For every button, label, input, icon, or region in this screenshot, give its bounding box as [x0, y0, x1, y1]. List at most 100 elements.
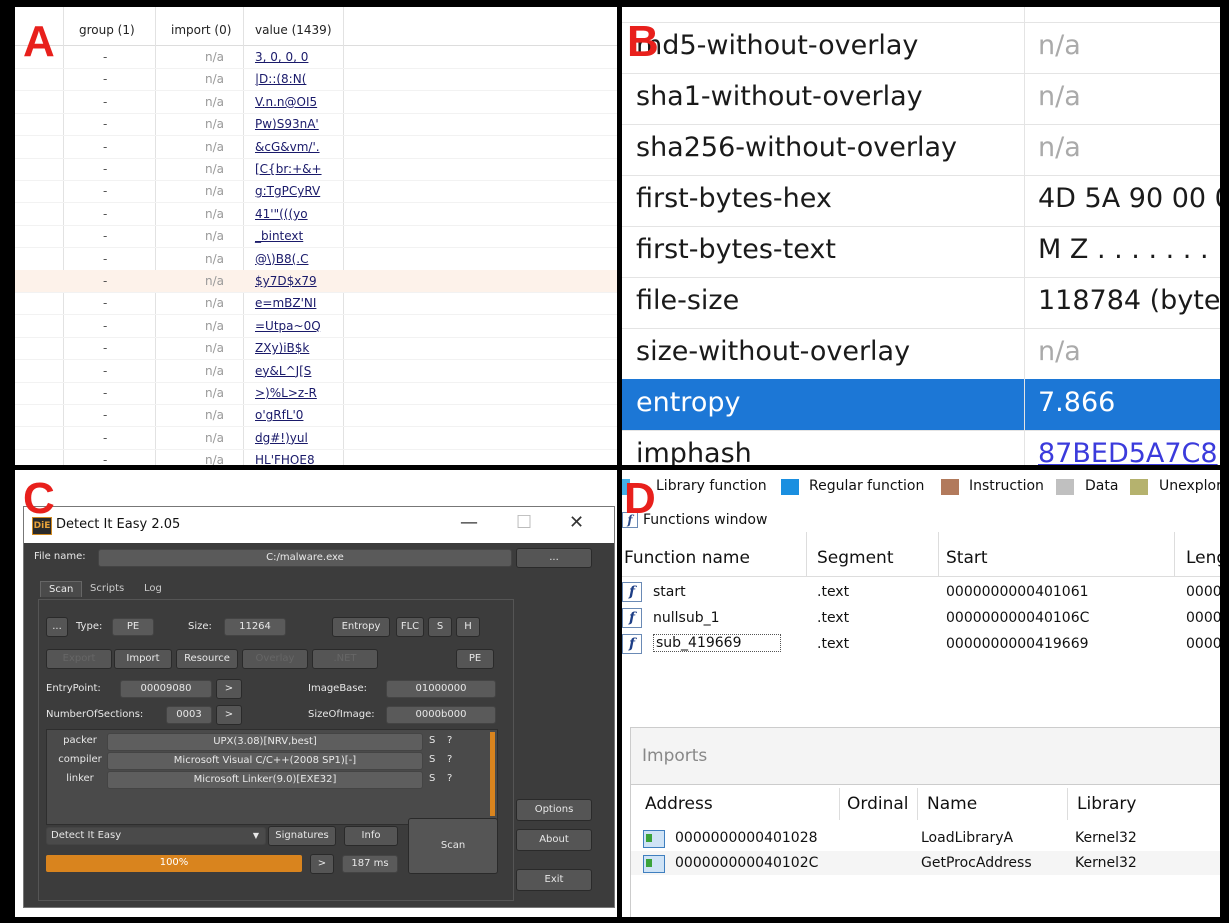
col-start[interactable]: Start	[946, 548, 988, 568]
property-row[interactable]: imphash 87BED5A7C8	[622, 430, 1220, 465]
type-field[interactable]: PE	[112, 618, 154, 636]
function-name[interactable]: start	[653, 584, 686, 600]
export-button[interactable]: Export	[46, 649, 112, 669]
table-row[interactable]: - n/a e=mBZ'NI	[15, 292, 617, 316]
function-row[interactable]: fstart .text 0000000000401061 00000006	[622, 579, 1220, 605]
import-row[interactable]: 000000000040102C GetProcAddress Kernel32	[631, 851, 1220, 875]
value-cell[interactable]: =Utpa~0Q	[255, 319, 321, 333]
value-cell[interactable]: Pw)S93nA'	[255, 117, 319, 131]
col-ordinal[interactable]: Ordinal	[847, 794, 909, 814]
value-cell[interactable]: HL'FHOE8	[255, 453, 315, 465]
value-cell[interactable]: 41'"(((yo	[255, 207, 308, 221]
tab-log[interactable]: Log	[136, 581, 170, 596]
property-value[interactable]: 967BA6F9AC	[1038, 7, 1213, 10]
value-cell[interactable]: ZXy)iB$k	[255, 341, 309, 355]
entropy-button[interactable]: Entropy	[332, 617, 390, 637]
table-row[interactable]: - n/a >)%L>z-R	[15, 382, 617, 405]
detection-row[interactable]: compiler Microsoft Visual C/C++(2008 SP1)…	[47, 752, 497, 770]
property-row[interactable]: file-size 118784 (byte	[622, 277, 1220, 329]
property-row[interactable]: first-bytes-text M Z . . . . . . . .	[622, 226, 1220, 278]
tab-scan[interactable]: Scan	[40, 581, 83, 597]
detection-info-button[interactable]: ?	[447, 754, 452, 765]
numsections-field[interactable]: 0003	[166, 706, 212, 724]
value-cell[interactable]: |D::(8:N(	[255, 72, 306, 86]
col-length[interactable]: Length	[1186, 548, 1220, 568]
detection-info-button[interactable]: ?	[447, 735, 452, 746]
col-name[interactable]: Name	[927, 794, 977, 814]
close-icon[interactable]: ✕	[569, 512, 584, 533]
signatures-button[interactable]: Signatures	[268, 826, 336, 846]
table-row[interactable]: - n/a =Utpa~0Q	[15, 315, 617, 338]
value-cell[interactable]: [C{br:+&+	[255, 162, 322, 176]
functions-window-tab[interactable]: f Functions window	[622, 508, 1220, 532]
table-row[interactable]: - n/a |D::(8:N(	[15, 68, 617, 92]
file-name-field[interactable]: C:/malware.exe	[98, 549, 512, 567]
exit-button[interactable]: Exit	[516, 869, 592, 891]
options-button[interactable]: Options	[516, 799, 592, 821]
value-cell[interactable]: o'gRfL'0	[255, 408, 303, 422]
tab-scripts[interactable]: Scripts	[82, 581, 132, 596]
h-button[interactable]: H	[456, 617, 480, 637]
property-row[interactable]: sha1-without-overlay n/a	[622, 73, 1220, 125]
value-cell[interactable]: &cG&vm/'.	[255, 140, 320, 154]
about-button[interactable]: About	[516, 829, 592, 851]
maximize-icon[interactable]: ☐	[516, 512, 532, 533]
table-row[interactable]: - n/a o'gRfL'0	[15, 404, 617, 428]
value-cell[interactable]: _bintext	[255, 229, 303, 243]
function-row[interactable]: f nullsub_1 .text 000000000040106C 00000001	[622, 605, 1220, 631]
browse-button[interactable]: ...	[516, 548, 592, 568]
table-row[interactable]: - n/a Pw)S93nA'	[15, 113, 617, 137]
col-import-header[interactable]: import (0)	[171, 23, 231, 37]
property-row[interactable]: entropy 7.866	[622, 379, 1220, 431]
engine-select[interactable]: Detect It Easy ▼	[46, 827, 266, 845]
detection-row[interactable]: linker Microsoft Linker(9.0)[EXE32] S?	[47, 771, 497, 789]
value-cell[interactable]: 3, 0, 0, 0	[255, 50, 308, 64]
detection-s-button[interactable]: S	[429, 773, 435, 784]
minimize-icon[interactable]: —	[460, 512, 478, 533]
flc-button[interactable]: FLC	[396, 617, 424, 637]
value-cell[interactable]: g:TgPCyRV	[255, 184, 320, 198]
col-value-header[interactable]: value (1439)	[255, 23, 332, 37]
import-name[interactable]: LoadLibraryA	[921, 830, 1013, 846]
entrypoint-arrow-button[interactable]: >	[216, 679, 242, 699]
property-row[interactable]: sha256 967BA6F9AC	[622, 7, 1220, 23]
function-name[interactable]: nullsub_1	[653, 610, 720, 626]
table-row[interactable]: - n/a _bintext	[15, 225, 617, 249]
table-row[interactable]: - n/a $y7D$x79	[15, 270, 617, 293]
detection-info-button[interactable]: ?	[447, 773, 452, 784]
col-function-name[interactable]: Function name	[624, 548, 750, 568]
table-row[interactable]: - n/a &cG&vm/'.	[15, 136, 617, 159]
table-row[interactable]: - n/a 41'"(((yo	[15, 203, 617, 226]
detections-scrollbar[interactable]	[490, 732, 495, 816]
sizeofimage-field[interactable]: 0000b000	[386, 706, 496, 724]
entrypoint-field[interactable]: 00009080	[120, 680, 212, 698]
table-row[interactable]: - n/a ey&L^J[S	[15, 360, 617, 383]
overlay-button[interactable]: Overlay	[242, 649, 308, 669]
table-row[interactable]: - n/a V.n.n@OI5	[15, 91, 617, 114]
resource-button[interactable]: Resource	[176, 649, 238, 669]
col-library[interactable]: Library	[1077, 794, 1136, 814]
property-row[interactable]: first-bytes-hex 4D 5A 90 00 0	[622, 175, 1220, 227]
property-value[interactable]: 87BED5A7C8	[1038, 438, 1218, 465]
col-segment[interactable]: Segment	[817, 548, 894, 568]
net-button[interactable]: .NET	[312, 649, 378, 669]
value-cell[interactable]: e=mBZ'NI	[255, 296, 316, 310]
table-row[interactable]: - n/a @\)B8(.C	[15, 248, 617, 271]
detection-row[interactable]: packer UPX(3.08)[NRV,best] S?	[47, 733, 497, 751]
value-cell[interactable]: V.n.n@OI5	[255, 95, 317, 109]
value-cell[interactable]: @\)B8(.C	[255, 252, 308, 266]
pe-button[interactable]: PE	[456, 649, 494, 669]
numsections-arrow-button[interactable]: >	[216, 705, 242, 725]
more-button[interactable]: ...	[46, 617, 68, 637]
col-address[interactable]: Address	[645, 794, 713, 814]
scan-button[interactable]: Scan	[408, 818, 498, 874]
table-row[interactable]: - n/a ZXy)iB$k	[15, 337, 617, 361]
table-row[interactable]: - n/a HL'FHOE8	[15, 449, 617, 465]
function-name[interactable]: sub_419669	[653, 634, 781, 652]
property-row[interactable]: md5-without-overlay n/a	[622, 22, 1220, 74]
value-cell[interactable]: dg#!)yul	[255, 431, 308, 445]
value-cell[interactable]: >)%L>z-R	[255, 386, 317, 400]
col-group-header[interactable]: group (1)	[79, 23, 135, 37]
s-button[interactable]: S	[428, 617, 452, 637]
table-row[interactable]: - n/a 3, 0, 0, 0	[15, 46, 617, 69]
